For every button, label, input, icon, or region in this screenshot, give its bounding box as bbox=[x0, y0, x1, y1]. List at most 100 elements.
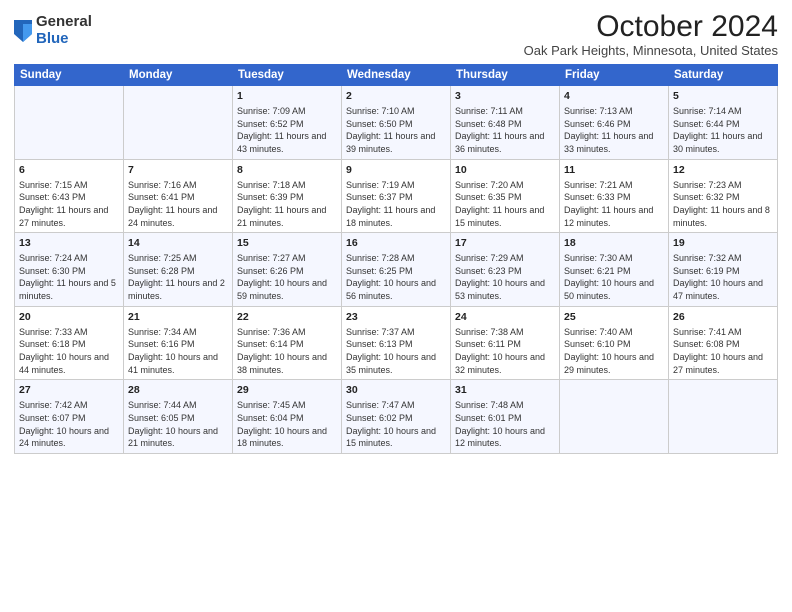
day-number: 19 bbox=[673, 236, 773, 250]
day-data: Sunrise: 7:23 AMSunset: 6:32 PMDaylight:… bbox=[673, 179, 773, 229]
col-friday: Friday bbox=[560, 65, 669, 86]
logo-general: General bbox=[36, 14, 92, 31]
calendar-cell: 25 Sunrise: 7:40 AMSunset: 6:10 PMDayligh… bbox=[560, 306, 669, 380]
calendar-cell bbox=[124, 86, 233, 160]
logo-text: General Blue bbox=[36, 14, 92, 47]
day-data: Sunrise: 7:38 AMSunset: 6:11 PMDaylight:… bbox=[455, 326, 555, 376]
day-data: Sunrise: 7:13 AMSunset: 6:46 PMDaylight:… bbox=[564, 105, 664, 155]
calendar-week-row: 20 Sunrise: 7:33 AMSunset: 6:18 PMDayligh… bbox=[15, 306, 778, 380]
calendar-cell: 1 Sunrise: 7:09 AMSunset: 6:52 PMDaylight… bbox=[233, 86, 342, 160]
day-number: 13 bbox=[19, 236, 119, 250]
day-data: Sunrise: 7:15 AMSunset: 6:43 PMDaylight:… bbox=[19, 179, 119, 229]
col-wednesday: Wednesday bbox=[342, 65, 451, 86]
day-data: Sunrise: 7:40 AMSunset: 6:10 PMDaylight:… bbox=[564, 326, 664, 376]
calendar-cell: 23Sunrise: 7:37 AMSunset: 6:13 PMDayligh… bbox=[342, 306, 451, 380]
day-data: Sunrise: 7:30 AMSunset: 6:21 PMDaylight:… bbox=[564, 252, 664, 302]
day-number: 26 bbox=[673, 310, 773, 324]
calendar-cell: 19 Sunrise: 7:32 AMSunset: 6:19 PMDayligh… bbox=[669, 233, 778, 307]
calendar-cell: 28Sunrise: 7:44 AMSunset: 6:05 PMDayligh… bbox=[124, 380, 233, 454]
day-data: Sunrise: 7:41 AMSunset: 6:08 PMDaylight:… bbox=[673, 326, 773, 376]
day-data: Sunrise: 7:27 AMSunset: 6:26 PMDaylight:… bbox=[237, 252, 337, 302]
calendar-table: Sunday Monday Tuesday Wednesday Thursday… bbox=[14, 64, 778, 454]
day-data: Sunrise: 7:11 AMSunset: 6:48 PMDaylight:… bbox=[455, 105, 555, 155]
calendar-week-row: 27Sunrise: 7:42 AMSunset: 6:07 PMDayligh… bbox=[15, 380, 778, 454]
day-number: 31 bbox=[455, 383, 555, 397]
calendar-cell: 13 Sunrise: 7:24 AMSunset: 6:30 PMDayligh… bbox=[15, 233, 124, 307]
calendar-cell: 15 Sunrise: 7:27 AMSunset: 6:26 PMDayligh… bbox=[233, 233, 342, 307]
logo-blue: Blue bbox=[36, 31, 92, 48]
day-data: Sunrise: 7:47 AMSunset: 6:02 PMDaylight:… bbox=[346, 399, 446, 449]
day-data: Sunrise: 7:18 AMSunset: 6:39 PMDaylight:… bbox=[237, 179, 337, 229]
day-number: 25 bbox=[564, 310, 664, 324]
day-number: 15 bbox=[237, 236, 337, 250]
day-number: 21 bbox=[128, 310, 228, 324]
subtitle: Oak Park Heights, Minnesota, United Stat… bbox=[524, 43, 778, 58]
calendar-cell: 31 Sunrise: 7:48 AMSunset: 6:01 PMDayligh… bbox=[451, 380, 560, 454]
day-data: Sunrise: 7:24 AMSunset: 6:30 PMDaylight:… bbox=[19, 252, 119, 302]
day-data: Sunrise: 7:36 AMSunset: 6:14 PMDaylight:… bbox=[237, 326, 337, 376]
calendar-cell: 17Sunrise: 7:29 AMSunset: 6:23 PMDayligh… bbox=[451, 233, 560, 307]
col-saturday: Saturday bbox=[669, 65, 778, 86]
calendar-cell: 24 Sunrise: 7:38 AMSunset: 6:11 PMDayligh… bbox=[451, 306, 560, 380]
day-number: 24 bbox=[455, 310, 555, 324]
calendar-cell: 5Sunrise: 7:14 AMSunset: 6:44 PMDaylight… bbox=[669, 86, 778, 160]
day-number: 6 bbox=[19, 163, 119, 177]
calendar-cell: 10 Sunrise: 7:20 AMSunset: 6:35 PMDayligh… bbox=[451, 159, 560, 233]
day-number: 16 bbox=[346, 236, 446, 250]
day-data: Sunrise: 7:45 AMSunset: 6:04 PMDaylight:… bbox=[237, 399, 337, 449]
day-number: 23 bbox=[346, 310, 446, 324]
day-data: Sunrise: 7:34 AMSunset: 6:16 PMDaylight:… bbox=[128, 326, 228, 376]
day-number: 10 bbox=[455, 163, 555, 177]
day-data: Sunrise: 7:48 AMSunset: 6:01 PMDaylight:… bbox=[455, 399, 555, 449]
calendar-cell: 20 Sunrise: 7:33 AMSunset: 6:18 PMDayligh… bbox=[15, 306, 124, 380]
day-data: Sunrise: 7:29 AMSunset: 6:23 PMDaylight:… bbox=[455, 252, 555, 302]
calendar-cell: 27Sunrise: 7:42 AMSunset: 6:07 PMDayligh… bbox=[15, 380, 124, 454]
calendar-cell: 26 Sunrise: 7:41 AMSunset: 6:08 PMDayligh… bbox=[669, 306, 778, 380]
calendar-cell: 7Sunrise: 7:16 AMSunset: 6:41 PMDaylight… bbox=[124, 159, 233, 233]
day-number: 18 bbox=[564, 236, 664, 250]
day-number: 8 bbox=[237, 163, 337, 177]
day-number: 4 bbox=[564, 89, 664, 103]
main-title: October 2024 bbox=[524, 10, 778, 43]
calendar-cell: 4 Sunrise: 7:13 AMSunset: 6:46 PMDaylight… bbox=[560, 86, 669, 160]
calendar-cell: 12Sunrise: 7:23 AMSunset: 6:32 PMDayligh… bbox=[669, 159, 778, 233]
calendar-cell: 3Sunrise: 7:11 AMSunset: 6:48 PMDaylight… bbox=[451, 86, 560, 160]
day-data: Sunrise: 7:09 AMSunset: 6:52 PMDaylight:… bbox=[237, 105, 337, 155]
calendar-cell: 11Sunrise: 7:21 AMSunset: 6:33 PMDayligh… bbox=[560, 159, 669, 233]
day-data: Sunrise: 7:14 AMSunset: 6:44 PMDaylight:… bbox=[673, 105, 773, 155]
calendar-cell: 2Sunrise: 7:10 AMSunset: 6:50 PMDaylight… bbox=[342, 86, 451, 160]
calendar-cell: 8 Sunrise: 7:18 AMSunset: 6:39 PMDaylight… bbox=[233, 159, 342, 233]
header: General Blue October 2024 Oak Park Heigh… bbox=[14, 10, 778, 58]
day-data: Sunrise: 7:28 AMSunset: 6:25 PMDaylight:… bbox=[346, 252, 446, 302]
page: General Blue October 2024 Oak Park Heigh… bbox=[0, 0, 792, 612]
logo-icon bbox=[14, 20, 32, 42]
calendar-cell: 22 Sunrise: 7:36 AMSunset: 6:14 PMDayligh… bbox=[233, 306, 342, 380]
logo: General Blue bbox=[14, 14, 92, 47]
day-data: Sunrise: 7:21 AMSunset: 6:33 PMDaylight:… bbox=[564, 179, 664, 229]
calendar-week-row: 6 Sunrise: 7:15 AMSunset: 6:43 PMDaylight… bbox=[15, 159, 778, 233]
day-number: 1 bbox=[237, 89, 337, 103]
day-data: Sunrise: 7:20 AMSunset: 6:35 PMDaylight:… bbox=[455, 179, 555, 229]
calendar-week-row: 1 Sunrise: 7:09 AMSunset: 6:52 PMDaylight… bbox=[15, 86, 778, 160]
calendar-cell: 6 Sunrise: 7:15 AMSunset: 6:43 PMDaylight… bbox=[15, 159, 124, 233]
day-data: Sunrise: 7:42 AMSunset: 6:07 PMDaylight:… bbox=[19, 399, 119, 449]
calendar-cell: 29 Sunrise: 7:45 AMSunset: 6:04 PMDayligh… bbox=[233, 380, 342, 454]
day-number: 20 bbox=[19, 310, 119, 324]
calendar-cell: 9 Sunrise: 7:19 AMSunset: 6:37 PMDaylight… bbox=[342, 159, 451, 233]
day-data: Sunrise: 7:44 AMSunset: 6:05 PMDaylight:… bbox=[128, 399, 228, 449]
calendar-cell: 14Sunrise: 7:25 AMSunset: 6:28 PMDayligh… bbox=[124, 233, 233, 307]
calendar-cell: 21 Sunrise: 7:34 AMSunset: 6:16 PMDayligh… bbox=[124, 306, 233, 380]
day-data: Sunrise: 7:32 AMSunset: 6:19 PMDaylight:… bbox=[673, 252, 773, 302]
title-block: October 2024 Oak Park Heights, Minnesota… bbox=[524, 10, 778, 58]
day-number: 14 bbox=[128, 236, 228, 250]
day-number: 29 bbox=[237, 383, 337, 397]
calendar-cell bbox=[560, 380, 669, 454]
day-data: Sunrise: 7:33 AMSunset: 6:18 PMDaylight:… bbox=[19, 326, 119, 376]
day-number: 9 bbox=[346, 163, 446, 177]
col-sunday: Sunday bbox=[15, 65, 124, 86]
col-tuesday: Tuesday bbox=[233, 65, 342, 86]
day-number: 22 bbox=[237, 310, 337, 324]
day-data: Sunrise: 7:16 AMSunset: 6:41 PMDaylight:… bbox=[128, 179, 228, 229]
day-data: Sunrise: 7:10 AMSunset: 6:50 PMDaylight:… bbox=[346, 105, 446, 155]
day-data: Sunrise: 7:19 AMSunset: 6:37 PMDaylight:… bbox=[346, 179, 446, 229]
